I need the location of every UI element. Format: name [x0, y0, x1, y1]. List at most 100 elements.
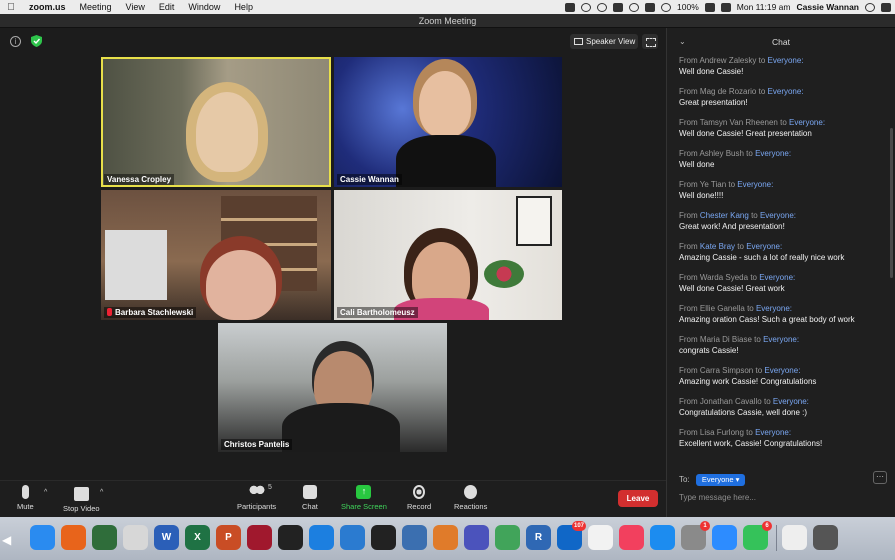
- info-icon[interactable]: i: [10, 36, 21, 47]
- from-word: From: [679, 366, 698, 375]
- video-options-caret[interactable]: ^: [100, 489, 103, 496]
- system-preferences-icon[interactable]: 1: [681, 521, 710, 550]
- notification-center-icon[interactable]: [881, 2, 891, 12]
- display-icon[interactable]: [613, 2, 624, 12]
- powerpoint-icon-letter: P: [225, 532, 232, 543]
- teams-icon[interactable]: [464, 525, 489, 550]
- battery-icon[interactable]: [704, 2, 715, 12]
- acrobat-icon[interactable]: [278, 525, 303, 550]
- stop-video-button[interactable]: Stop Video: [63, 485, 100, 513]
- chat-message-sender: From Tamsyn Van Rheenen to Everyone:: [679, 118, 884, 128]
- chat-message: From Warda Syeda to Everyone: Well done C…: [679, 273, 884, 294]
- chat-scrollbar[interactable]: [890, 128, 893, 278]
- fullscreen-button[interactable]: [642, 34, 658, 49]
- meeting-area: i Speaker View Vanessa Cropley Cassie Wa…: [0, 28, 666, 480]
- apple-icon[interactable]: : [0, 2, 22, 13]
- bluetooth-icon[interactable]: [645, 2, 656, 12]
- video-tile[interactable]: Cassie Wannan: [334, 57, 562, 187]
- participants-label: Participants: [237, 502, 277, 511]
- safari-icon[interactable]: [309, 525, 334, 550]
- recipient-name: Everyone:: [759, 273, 796, 282]
- clock-icon[interactable]: [629, 2, 640, 12]
- r-icon[interactable]: R: [526, 525, 551, 550]
- chat-input[interactable]: Type message here...: [679, 491, 884, 505]
- chat-message: From Carra Simpson to Everyone: Amazing w…: [679, 366, 884, 387]
- chat-message: From Ashley Bush to Everyone: Well done: [679, 149, 884, 170]
- trash-icon[interactable]: [813, 525, 838, 550]
- preview-icon[interactable]: [123, 525, 148, 550]
- matlab-icon[interactable]: [433, 525, 458, 550]
- participant-body: [396, 135, 496, 187]
- siri-icon[interactable]: [865, 2, 875, 12]
- from-word: From: [679, 180, 698, 189]
- to-word: to: [747, 304, 754, 313]
- sender-name: Andrew Zalesky: [699, 56, 757, 65]
- microphone-icon: [21, 485, 29, 499]
- chat-message-text: Amazing oration Cass! Such a great body …: [679, 315, 855, 324]
- video-tile[interactable]: Cali Bartholomeusz: [334, 190, 562, 320]
- music-icon[interactable]: [619, 525, 644, 550]
- zoom-icon[interactable]: [712, 525, 737, 550]
- record-button[interactable]: Record: [407, 485, 431, 511]
- mendeley-icon[interactable]: [247, 525, 272, 550]
- chat-message-text: Great presentation!: [679, 98, 748, 107]
- leave-button[interactable]: Leave: [618, 490, 658, 507]
- outlook-icon[interactable]: 107: [557, 521, 586, 550]
- wifi-icon[interactable]: [661, 2, 672, 12]
- chat-message-text: Great work! And presentation!: [679, 222, 785, 231]
- to-word: to: [755, 366, 763, 375]
- terminal-icon[interactable]: [371, 525, 396, 550]
- powerpoint-icon[interactable]: P: [216, 525, 241, 550]
- sync-icon[interactable]: [581, 2, 592, 12]
- menu-help[interactable]: Help: [227, 2, 260, 12]
- menu-edit[interactable]: Edit: [152, 2, 182, 12]
- chat-header: ⌄ Chat: [667, 28, 895, 56]
- finder-icon[interactable]: [30, 525, 55, 550]
- photos-app-icon[interactable]: [402, 525, 427, 550]
- to-word: to: [737, 242, 744, 251]
- app-store-icon[interactable]: [650, 525, 675, 550]
- sender-name: Kate Bray: [699, 242, 736, 251]
- background-flowers: [484, 260, 524, 288]
- input-source-icon[interactable]: [720, 2, 731, 12]
- menu-meeting[interactable]: Meeting: [73, 2, 119, 12]
- word-icon[interactable]: W: [154, 525, 179, 550]
- chat-button[interactable]: Chat: [302, 485, 318, 511]
- recipient-dropdown[interactable]: Everyone ▾: [695, 474, 746, 486]
- shield-icon[interactable]: [31, 35, 42, 47]
- audio-options-caret[interactable]: ^: [44, 489, 47, 496]
- participant-name: Christos Pantelis: [221, 439, 293, 450]
- firefox-icon[interactable]: [61, 525, 86, 550]
- share-screen-button[interactable]: ↑ Share Screen: [341, 485, 387, 511]
- to-word: to: [754, 335, 761, 344]
- to-label: To:: [679, 475, 690, 484]
- chat-message-text: Amazing work Cassie! Congratulations: [679, 377, 817, 386]
- video-tile[interactable]: Vanessa Cropley: [101, 57, 331, 187]
- menu-window[interactable]: Window: [181, 2, 227, 12]
- chat-message-sender: From Carra Simpson to Everyone:: [679, 366, 884, 376]
- sender-name: Ye Tian: [699, 180, 727, 189]
- menu-clock[interactable]: Mon 11:19 am: [737, 2, 791, 12]
- chevron-down-icon[interactable]: ⌄: [679, 28, 686, 56]
- time-machine-icon[interactable]: [597, 2, 608, 12]
- speaker-view-button[interactable]: Speaker View: [570, 34, 638, 49]
- menu-app[interactable]: zoom.us: [22, 2, 73, 12]
- messages-icon[interactable]: 6: [743, 521, 772, 550]
- documents-icon[interactable]: [782, 525, 807, 550]
- mute-button[interactable]: Mute: [17, 485, 34, 511]
- reactions-button[interactable]: Reactions: [454, 485, 487, 511]
- zoom-tray-icon[interactable]: [565, 2, 576, 12]
- sender-name: Chester Kang: [699, 211, 749, 220]
- menu-user[interactable]: Cassie Wannan: [796, 2, 859, 12]
- excel-icon[interactable]: X: [185, 525, 210, 550]
- spss-icon[interactable]: [340, 525, 365, 550]
- video-tile[interactable]: Christos Pantelis: [218, 323, 447, 452]
- maps-icon[interactable]: [495, 525, 520, 550]
- photo-booth-icon[interactable]: [92, 525, 117, 550]
- menu-view[interactable]: View: [119, 2, 152, 12]
- video-tile[interactable]: Barbara Stachlewski: [101, 190, 331, 320]
- more-options-button[interactable]: ⋯: [873, 471, 887, 484]
- photos-icon[interactable]: [588, 525, 613, 550]
- to-word: to: [780, 118, 787, 127]
- to-word: to: [746, 149, 753, 158]
